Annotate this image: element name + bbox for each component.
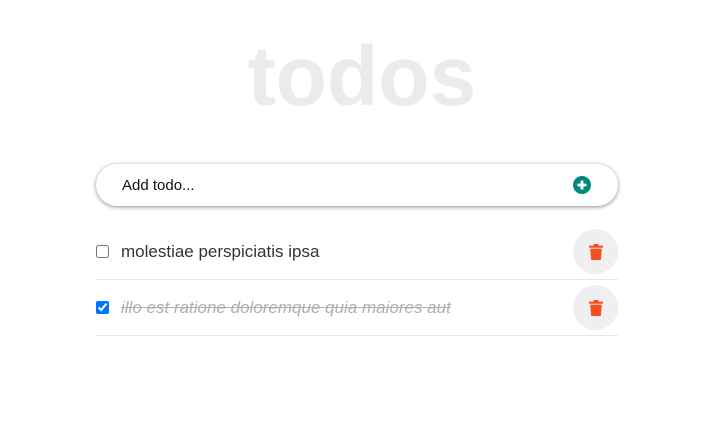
todo-checkbox[interactable]	[96, 301, 109, 314]
add-todo-button[interactable]	[572, 175, 592, 195]
delete-todo-button[interactable]	[573, 229, 618, 274]
trash-icon	[588, 243, 603, 260]
todo-item: molestiae perspiciatis ipsa	[96, 224, 618, 280]
todo-text: molestiae perspiciatis ipsa	[121, 241, 320, 261]
todo-item: illo est ratione doloremque quia maiores…	[96, 280, 618, 336]
add-todo-form	[96, 164, 618, 206]
delete-todo-button[interactable]	[573, 285, 618, 330]
plus-circle-icon	[573, 176, 591, 194]
add-todo-input[interactable]	[96, 164, 572, 206]
todo-app: todos molestiae perspiciatis ipsa	[0, 0, 724, 421]
app-title: todos	[247, 29, 477, 123]
trash-icon	[588, 299, 603, 316]
todo-checkbox[interactable]	[96, 245, 109, 258]
todo-list: molestiae perspiciatis ipsa illo est rat…	[96, 224, 618, 336]
todo-text: illo est ratione doloremque quia maiores…	[121, 297, 451, 317]
